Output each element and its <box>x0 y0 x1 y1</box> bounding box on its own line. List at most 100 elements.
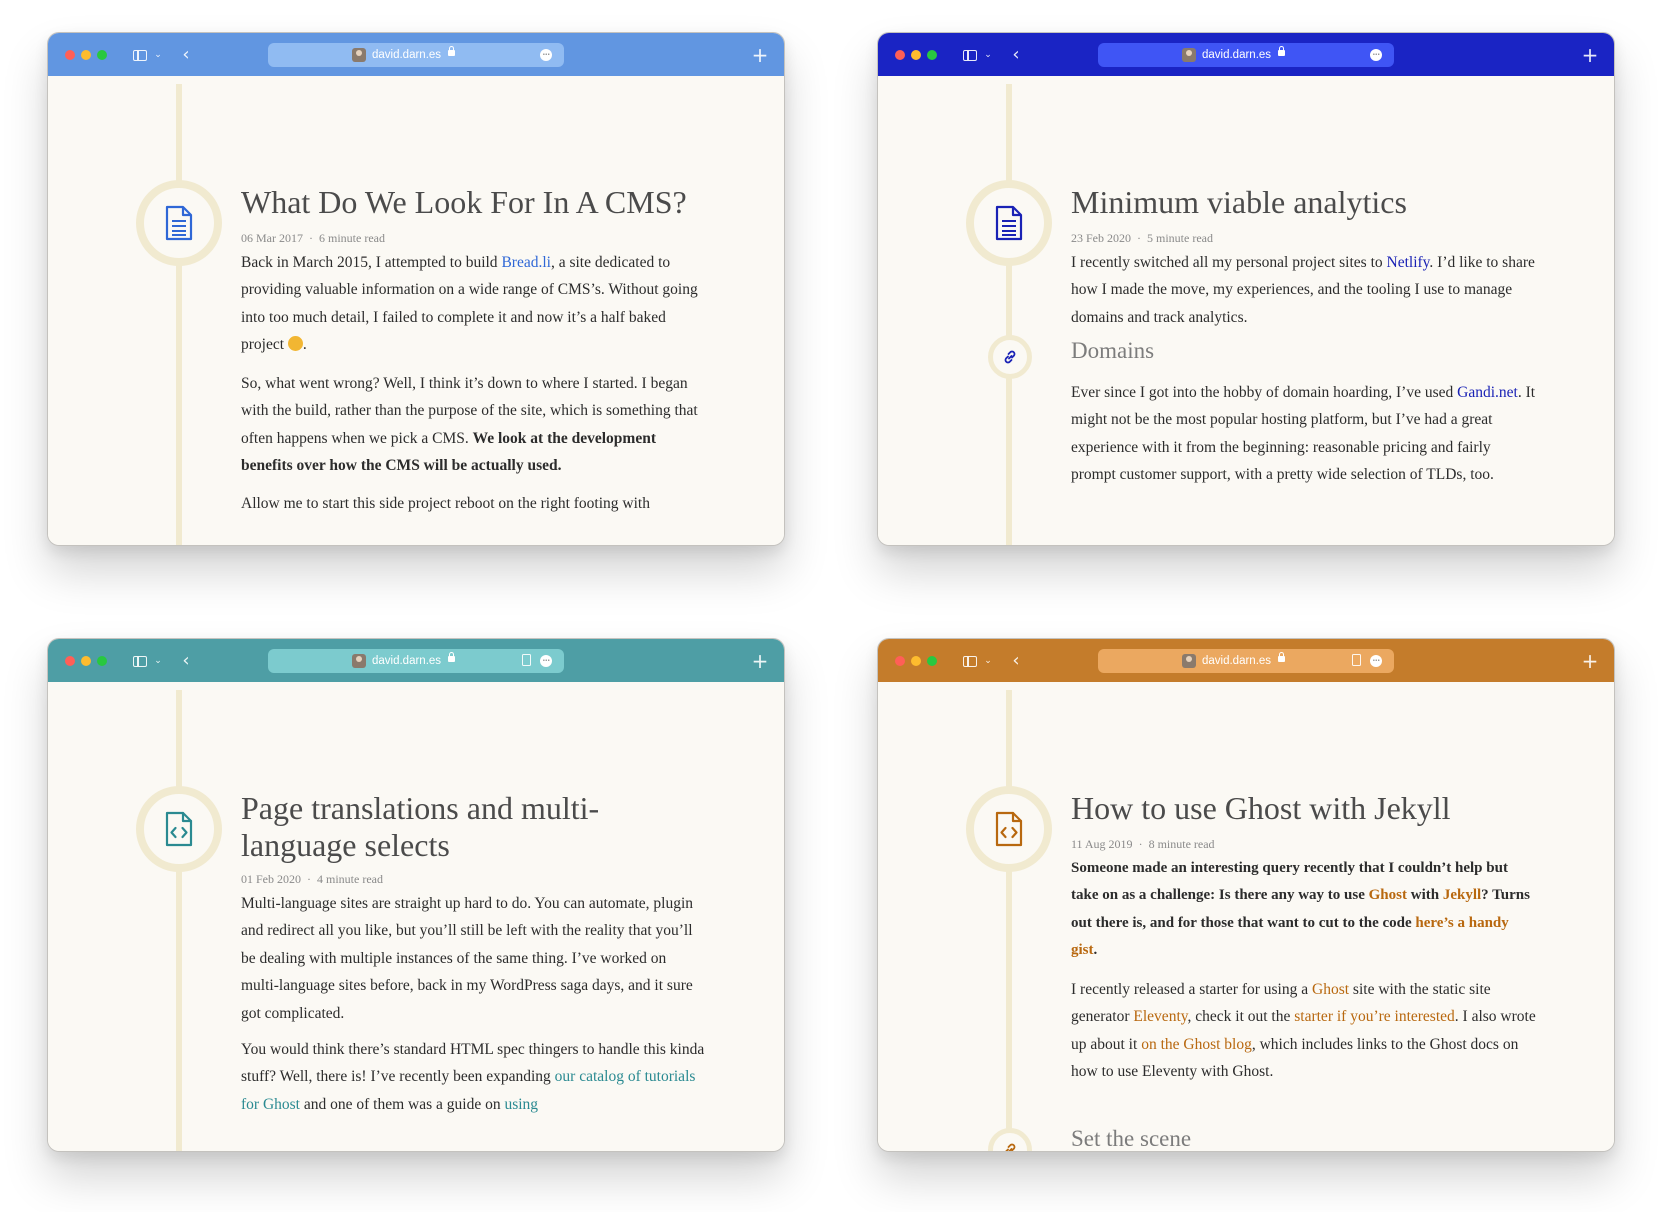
post-paragraph: So, what went wrong? Well, I think it’s … <box>241 375 698 475</box>
post-meta: 23 Feb 2020 · 5 minute read <box>1071 231 1213 245</box>
minimize-button[interactable] <box>911 656 921 666</box>
timeline-line <box>1006 690 1012 1151</box>
lock-icon <box>448 46 455 56</box>
back-icon[interactable]: ‹ <box>179 44 193 66</box>
new-tab-icon[interactable]: + <box>752 44 769 66</box>
url-text: david.darn.es <box>1202 49 1272 61</box>
address-bar[interactable]: david.darn.es <box>268 43 564 67</box>
zoom-button[interactable] <box>927 656 937 666</box>
address-bar[interactable]: david.darn.es <box>1098 43 1394 67</box>
using-link[interactable]: using <box>504 1096 538 1113</box>
jekyll-link[interactable]: Jekyll <box>1443 887 1481 903</box>
close-button[interactable] <box>895 656 905 666</box>
more-options-icon[interactable] <box>540 48 552 62</box>
url-text: david.darn.es <box>372 655 442 667</box>
post-type-badge <box>136 786 222 872</box>
more-options-icon[interactable] <box>1370 654 1382 668</box>
browser-toolbar: ⌄ ‹ david.darn.es + <box>48 33 784 76</box>
chevron-down-icon[interactable]: ⌄ <box>152 44 164 66</box>
site-favicon-icon <box>352 654 366 668</box>
timeline-line <box>176 690 182 1151</box>
back-icon[interactable]: ‹ <box>1009 650 1023 672</box>
post-title: Minimum viable analytics <box>1071 184 1407 220</box>
more-options-icon[interactable] <box>540 654 552 668</box>
zoom-button[interactable] <box>97 656 107 666</box>
back-icon[interactable]: ‹ <box>179 650 193 672</box>
url-text: david.darn.es <box>372 49 442 61</box>
browser-window: ⌄ ‹ david.darn.es + How to use Ghost wit… <box>877 638 1615 1152</box>
post-paragraph: I recently released a starter for using … <box>1071 981 1536 1081</box>
heading-anchor[interactable] <box>988 335 1032 379</box>
close-button[interactable] <box>65 50 75 60</box>
code-file-icon <box>995 811 1023 847</box>
post-intro-paragraph: Someone made an interesting query recent… <box>1071 860 1530 959</box>
minimize-button[interactable] <box>81 50 91 60</box>
section-heading: Set the scene <box>1071 1126 1192 1151</box>
chevron-down-icon[interactable]: ⌄ <box>982 44 994 66</box>
page-content: Minimum viable analytics 23 Feb 2020 · 5 m… <box>878 76 1614 545</box>
zoom-button[interactable] <box>927 50 937 60</box>
lock-icon <box>448 652 455 662</box>
browser-window: ⌄ ‹ david.darn.es + Minimum viable analy… <box>877 32 1615 546</box>
new-tab-icon[interactable]: + <box>1582 44 1599 66</box>
sidebar-toggle-icon[interactable] <box>131 650 149 672</box>
ghost-blog-link[interactable]: on the Ghost blog <box>1141 1036 1252 1053</box>
reader-view-icon[interactable] <box>1352 654 1361 666</box>
page-content: What Do We Look For In A CMS? 06 Mar 201… <box>48 76 784 545</box>
post-paragraph: Multi-language sites are straight up har… <box>241 895 693 1022</box>
new-tab-icon[interactable]: + <box>752 650 769 672</box>
breadli-link[interactable]: Bread.li <box>501 254 551 271</box>
chevron-down-icon[interactable]: ⌄ <box>982 650 994 672</box>
minimize-button[interactable] <box>81 656 91 666</box>
page-content: Page translations and multi-language sel… <box>48 682 784 1151</box>
post-title: How to use Ghost with Jekyll <box>1071 790 1451 826</box>
post-meta: 06 Mar 2017 · 6 minute read <box>241 231 385 245</box>
close-button[interactable] <box>65 656 75 666</box>
browser-toolbar: ⌄ ‹ david.darn.es + <box>48 639 784 682</box>
minimize-button[interactable] <box>911 50 921 60</box>
sidebar-toggle-icon[interactable] <box>131 44 149 66</box>
lock-icon <box>1278 652 1285 662</box>
post-paragraph: Back in March 2015, I attempted to build… <box>241 254 698 354</box>
post-paragraph: I recently switched all my personal proj… <box>1071 254 1535 326</box>
post-date: 11 Aug 2019 <box>1071 837 1133 851</box>
ghost-link[interactable]: Ghost <box>1312 981 1349 998</box>
timeline-line <box>1006 84 1012 545</box>
netlify-link[interactable]: Netlify <box>1387 254 1430 271</box>
page-content: How to use Ghost with Jekyll 11 Aug 2019… <box>878 682 1614 1151</box>
address-bar[interactable]: david.darn.es <box>268 649 564 673</box>
gandi-link[interactable]: Gandi.net <box>1457 384 1518 401</box>
more-options-icon[interactable] <box>1370 48 1382 62</box>
close-button[interactable] <box>895 50 905 60</box>
link-icon <box>1005 1143 1016 1151</box>
link-icon <box>1004 350 1016 364</box>
read-time: 4 minute read <box>317 872 383 886</box>
sidebar-toggle-icon[interactable] <box>961 650 979 672</box>
browser-window: ⌄ ‹ david.darn.es + What Do We Look For … <box>47 32 785 546</box>
sidebar-toggle-icon[interactable] <box>961 44 979 66</box>
chevron-down-icon[interactable]: ⌄ <box>152 650 164 672</box>
reader-view-icon[interactable] <box>522 654 531 666</box>
read-time: 6 minute read <box>319 231 385 245</box>
new-tab-icon[interactable]: + <box>1582 650 1599 672</box>
eleventy-link[interactable]: Eleventy <box>1133 1008 1187 1025</box>
ghost-link[interactable]: Ghost <box>1369 887 1407 903</box>
post-title: Page translations and multi-language sel… <box>241 790 600 863</box>
section-heading: Domains <box>1071 338 1155 363</box>
lock-icon <box>1278 46 1285 56</box>
post-type-badge <box>966 180 1052 266</box>
post-type-badge <box>136 180 222 266</box>
post-date: 23 Feb 2020 <box>1071 231 1131 245</box>
post-paragraph: You would think there’s standard HTML sp… <box>241 1041 705 1113</box>
post-paragraph: Allow me to start this side project rebo… <box>241 495 650 512</box>
site-favicon-icon <box>352 48 366 62</box>
heading-anchor[interactable] <box>988 1128 1032 1151</box>
address-bar[interactable]: david.darn.es <box>1098 649 1394 673</box>
zoom-button[interactable] <box>97 50 107 60</box>
browser-window: ⌄ ‹ david.darn.es + Page translations an… <box>47 638 785 1152</box>
post-date: 06 Mar 2017 <box>241 231 303 245</box>
post-title: What Do We Look For In A CMS? <box>241 184 687 220</box>
starter-link[interactable]: starter if you’re interested <box>1294 1008 1455 1025</box>
document-icon <box>165 205 193 241</box>
back-icon[interactable]: ‹ <box>1009 44 1023 66</box>
